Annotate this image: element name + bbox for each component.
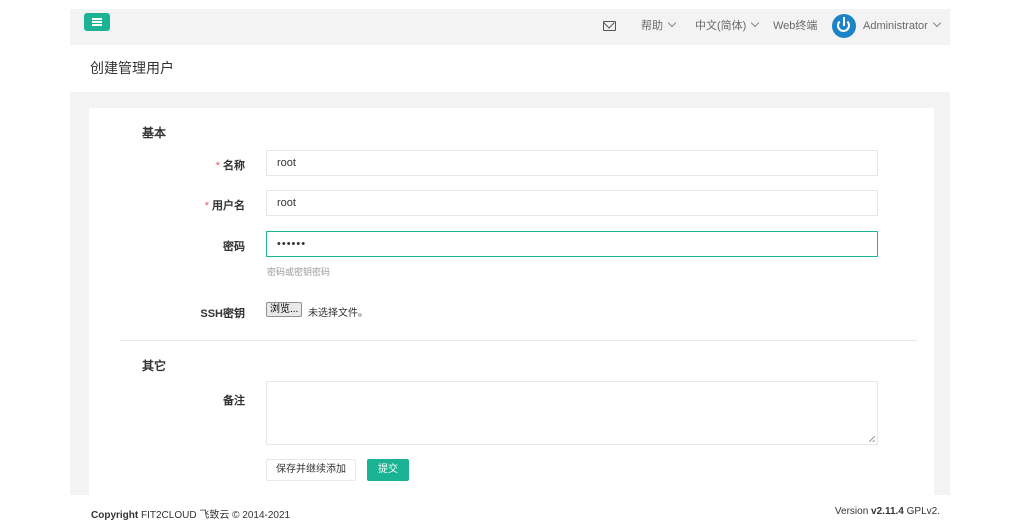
ssh-key-label: SSH密钥 [200,308,245,320]
name-label: * 名称 [215,160,245,172]
required-marker: * [204,200,209,212]
comment-label: 备注 [223,395,245,407]
user-name: Administrator [863,20,928,32]
language-menu[interactable]: 中文(简体) [695,9,760,45]
password-input[interactable]: •••••• [266,231,878,257]
top-navbar: 帮助 中文(简体) Web终端 Administrator [70,9,950,45]
section-basic-heading: 基本 [142,126,167,140]
language-label: 中文(简体) [695,20,747,32]
chevron-down-icon [667,18,677,28]
footer-version: Version v2.11.4 GPLv2. [834,506,940,517]
help-menu[interactable]: 帮助 [641,9,677,45]
ssh-key-browse-button[interactable]: 浏览... [266,302,303,317]
chevron-down-icon [932,18,942,28]
password-hint: 密码或密钥密码 [267,267,331,277]
section-other-heading: 其它 [142,359,167,373]
mail-icon[interactable] [603,21,616,31]
avatar-power-icon[interactable] [832,14,856,38]
password-label: 密码 [223,241,245,253]
menu-toggle-button[interactable] [84,13,110,31]
username-input[interactable]: root [266,190,878,216]
help-label: 帮助 [641,20,663,32]
file-status-text: 未选择文件。 [308,308,368,319]
resize-handle-icon[interactable] [869,436,875,442]
menu-icon [92,18,102,26]
section-divider [120,340,917,341]
save-and-continue-button[interactable]: 保存并继续添加 [266,459,356,481]
required-marker: * [215,160,220,172]
name-input[interactable]: root [266,150,878,176]
submit-button[interactable]: 提交 [367,459,409,481]
app-frame: 帮助 中文(简体) Web终端 Administrator 创建管理用户 基本 … [70,0,950,521]
page-title: 创建管理用户 [90,60,174,76]
web-terminal-link[interactable]: Web终端 [773,9,817,45]
chevron-down-icon [751,18,760,28]
comment-textarea[interactable] [266,381,878,445]
username-label: * 用户名 [204,200,245,212]
user-menu[interactable]: Administrator [863,9,942,45]
